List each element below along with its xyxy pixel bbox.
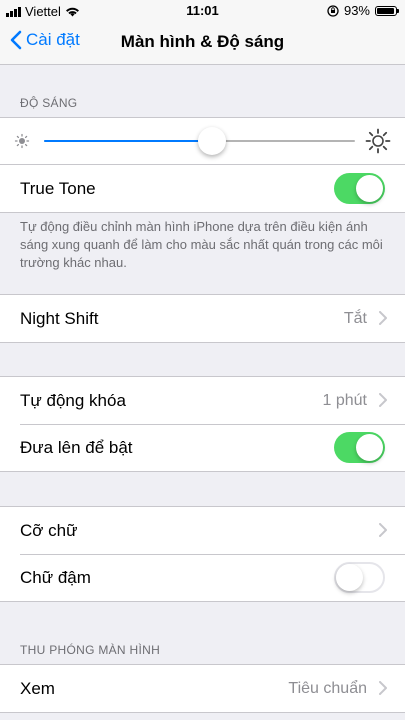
battery-icon: [375, 5, 399, 16]
toggle-knob: [336, 564, 363, 591]
brightness-slider-thumb[interactable]: [197, 127, 226, 155]
auto-lock-value: 1 phút: [322, 391, 367, 409]
toggle-knob: [356, 175, 383, 202]
page-title: Màn hình & Độ sáng: [120, 32, 285, 51]
raise-to-wake-label: Đưa lên để bật: [20, 437, 133, 457]
orientation-lock-icon: [327, 4, 339, 17]
chevron-right-icon: [379, 523, 387, 537]
brightness-slider[interactable]: [44, 127, 355, 155]
chevron-right-icon: [379, 681, 387, 695]
lock-group: Tự động khóa 1 phút Đưa lên để bật: [0, 376, 405, 472]
brightness-high-icon: [365, 128, 391, 154]
night-shift-label: Night Shift: [20, 308, 99, 328]
bold-text-label: Chữ đậm: [20, 567, 91, 587]
night-shift-row[interactable]: Night Shift Tắt: [0, 295, 405, 342]
bold-text-toggle[interactable]: [334, 562, 385, 593]
chevron-right-icon: [379, 393, 387, 407]
text-size-row[interactable]: Cỡ chữ: [0, 507, 405, 554]
true-tone-toggle[interactable]: [334, 173, 385, 204]
night-shift-value: Tắt: [343, 309, 367, 327]
auto-lock-row[interactable]: Tự động khóa 1 phút: [0, 377, 405, 424]
bold-text-row: Chữ đậm: [0, 554, 405, 601]
true-tone-row: True Tone: [0, 164, 405, 212]
raise-to-wake-row: Đưa lên để bật: [0, 424, 405, 471]
battery-level: [377, 7, 394, 14]
brightness-low-icon: [14, 133, 30, 149]
view-value: Tiêu chuẩn: [288, 679, 367, 697]
view-label: Xem: [20, 678, 55, 698]
raise-to-wake-toggle[interactable]: [334, 432, 385, 463]
status-right: 93%: [327, 3, 399, 18]
true-tone-footnote: Tự động điều chỉnh màn hình iPhone dựa t…: [20, 219, 383, 270]
chevron-right-icon: [379, 311, 387, 325]
display-zoom-group: Xem Tiêu chuẩn: [0, 664, 405, 713]
brightness-group: True Tone: [0, 117, 405, 213]
night-shift-group: Night Shift Tắt: [0, 294, 405, 343]
navigation-bar: Cài đặt Màn hình & Độ sáng: [0, 22, 405, 65]
text-group: Cỡ chữ Chữ đậm: [0, 506, 405, 602]
toggle-knob: [356, 434, 383, 461]
battery-percent: 93%: [343, 3, 370, 18]
display-zoom-section-header: THU PHÓNG MÀN HÌNH: [20, 643, 161, 657]
brightness-slider-fill: [44, 140, 212, 142]
brightness-slider-row: [0, 118, 405, 164]
status-bar: Viettel 11:01 93%: [0, 0, 405, 22]
text-size-label: Cỡ chữ: [20, 520, 78, 540]
view-row[interactable]: Xem Tiêu chuẩn: [0, 665, 405, 712]
true-tone-label: True Tone: [20, 178, 96, 198]
brightness-section-header: ĐỘ SÁNG: [20, 96, 78, 110]
auto-lock-label: Tự động khóa: [20, 390, 126, 410]
